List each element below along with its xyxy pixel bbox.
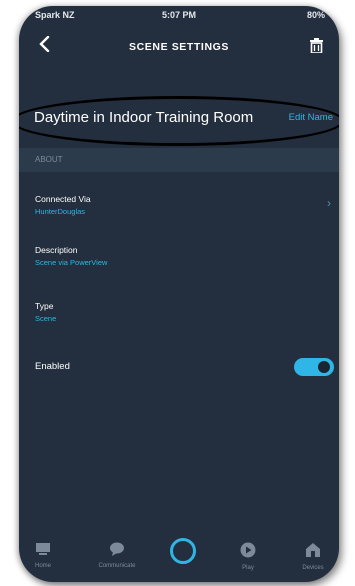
enabled-toggle[interactable] <box>294 358 334 376</box>
connected-via-value: HunterDouglas <box>35 207 86 216</box>
tab-communicate[interactable]: Communicate <box>93 542 141 569</box>
tab-play-label: Play <box>242 565 254 571</box>
scene-name-row: Daytime in Indoor Training Room Edit Nam… <box>19 96 339 146</box>
tab-home-label: Home <box>34 563 51 569</box>
tab-play[interactable]: Play <box>224 542 272 571</box>
type-row: Type Scene <box>19 301 339 331</box>
description-value: Scene via PowerView <box>35 258 108 267</box>
chevron-right-icon: › <box>327 196 331 210</box>
tab-communicate-label: Communicate <box>98 563 136 569</box>
enabled-row: Enabled <box>19 361 339 381</box>
chat-icon <box>110 542 124 556</box>
delete-button[interactable] <box>310 38 323 58</box>
tab-devices[interactable]: Devices <box>289 542 337 571</box>
tab-devices-label: Devices <box>302 565 324 571</box>
header: SCENE SETTINGS <box>19 30 339 66</box>
devices-icon <box>306 543 320 557</box>
play-icon <box>240 542 256 558</box>
battery-level: 80% <box>306 10 325 20</box>
tab-alexa[interactable] <box>159 538 207 564</box>
section-label: ABOUT <box>35 155 63 164</box>
home-icon <box>36 543 50 555</box>
clock: 5:07 PM <box>161 10 196 20</box>
scene-name: Daytime in Indoor Training Room <box>34 109 254 126</box>
description-row: Description Scene via PowerView <box>19 245 339 275</box>
about-section-header: ABOUT <box>19 148 339 172</box>
enabled-label: Enabled <box>35 361 70 372</box>
trash-icon <box>310 38 323 54</box>
tab-bar: Home Communicate Play Devices <box>19 536 339 582</box>
toggle-knob <box>318 361 330 373</box>
connected-via-row[interactable]: Connected Via HunterDouglas › <box>19 194 339 224</box>
edit-name-link[interactable]: Edit Name <box>289 112 333 123</box>
page-title: SCENE SETTINGS <box>129 41 229 53</box>
alexa-icon <box>170 538 196 564</box>
phone-screen: Spark NZ 5:07 PM 80% SCENE SETTINGS Dayt… <box>19 6 339 582</box>
status-bar: Spark NZ 5:07 PM 80% <box>19 6 339 24</box>
description-label: Description <box>35 245 78 255</box>
type-value: Scene <box>35 314 57 323</box>
type-label: Type <box>35 301 54 311</box>
connected-via-label: Connected Via <box>35 194 91 204</box>
tab-home[interactable]: Home <box>19 542 67 569</box>
